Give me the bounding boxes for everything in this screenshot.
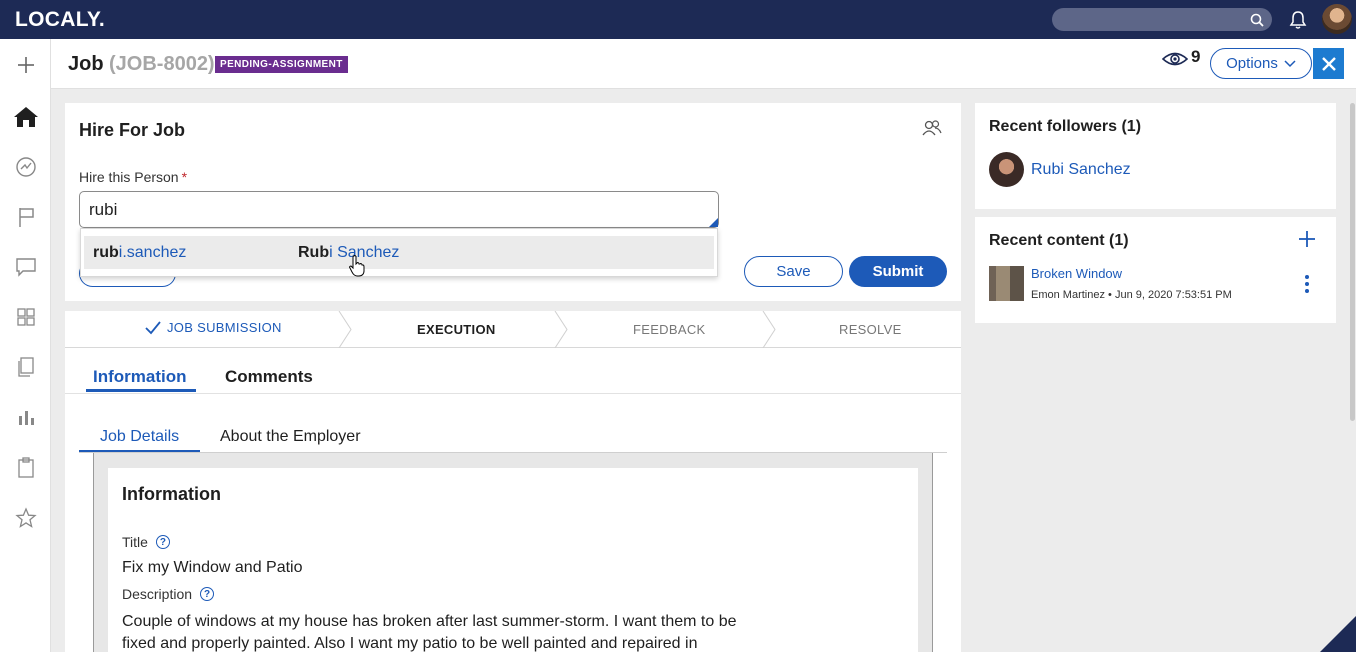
page-title: Job <box>68 53 104 75</box>
option-username-match: rub <box>93 244 119 261</box>
recent-content-panel: Recent content (1) Broken Window Emon Ma… <box>975 217 1336 323</box>
apps-grid-icon[interactable] <box>13 304 39 330</box>
more-options-icon[interactable] <box>1305 275 1309 293</box>
create-plus-icon[interactable] <box>13 52 39 78</box>
input-corner-indicator <box>709 218 718 227</box>
meta-separator: • <box>1108 289 1115 301</box>
stage-feedback[interactable]: FEEDBACK <box>633 322 705 337</box>
reports-bar-icon[interactable] <box>13 404 39 430</box>
chat-icon[interactable] <box>13 254 39 280</box>
tab-information[interactable]: Information <box>93 367 187 387</box>
bell-icon[interactable] <box>1288 10 1308 30</box>
top-bar: LOCALY. <box>0 0 1356 39</box>
add-content-plus-icon[interactable] <box>1297 229 1317 249</box>
stage-stepper: JOB SUBMISSION EXECUTION FEEDBACK RESOLV… <box>65 311 961 348</box>
status-badge: PENDING-ASSIGNMENT <box>215 56 348 73</box>
chevron-down-icon <box>1284 59 1296 67</box>
search-icon <box>1250 13 1264 27</box>
hire-person-input[interactable]: rubi <box>79 191 719 228</box>
search-input[interactable] <box>1052 8 1272 31</box>
content-author: Emon Martinez <box>1031 289 1105 301</box>
information-title: Information <box>122 484 221 504</box>
content-meta: Emon Martinez • Jun 9, 2020 7:53:51 PM <box>1031 289 1232 301</box>
title-value: Fix my Window and Patio <box>122 559 303 576</box>
follower-name-link[interactable]: Rubi Sanchez <box>1031 161 1131 179</box>
required-marker: * <box>181 169 188 185</box>
content-thumbnail[interactable] <box>989 266 1024 301</box>
clipboard-icon[interactable] <box>13 454 39 480</box>
autocomplete-dropdown: rubi.sanchez Rubi Sanchez <box>80 228 718 277</box>
star-icon[interactable] <box>13 505 39 531</box>
stage-separator <box>338 311 352 348</box>
corner-settings-tab[interactable] <box>1320 616 1356 652</box>
follower-avatar[interactable] <box>989 152 1024 187</box>
option-username: rubi.sanchez <box>93 244 186 262</box>
stage-job-submission[interactable]: JOB SUBMISSION <box>145 320 282 335</box>
recent-followers-panel: Recent followers (1) Rubi Sanchez <box>975 103 1336 209</box>
active-tab-indicator <box>86 389 196 392</box>
option-username-rest: i.sanchez <box>118 244 187 261</box>
pulse-icon[interactable] <box>13 154 39 180</box>
stage-label: JOB SUBMISSION <box>167 320 282 335</box>
check-icon <box>145 320 161 334</box>
content-date: Jun 9, 2020 7:53:51 PM <box>1114 289 1232 301</box>
content-title-link[interactable]: Broken Window <box>1031 266 1122 281</box>
help-icon[interactable]: ? <box>155 535 170 549</box>
documents-icon[interactable] <box>13 354 39 380</box>
subtab-job-details[interactable]: Job Details <box>100 428 179 446</box>
title-label-text: Title <box>122 534 148 550</box>
flag-icon[interactable] <box>13 204 39 230</box>
description-field-label: Description ? <box>122 586 215 602</box>
participants-icon[interactable] <box>922 119 942 137</box>
app-logo[interactable]: LOCALY. <box>15 8 105 32</box>
watchers-count: 9 <box>1191 47 1201 66</box>
subtab-about-employer[interactable]: About the Employer <box>220 428 361 446</box>
stage-separator <box>554 311 568 348</box>
watchers-eye-icon[interactable] <box>1162 50 1188 68</box>
case-id: (JOB-8002) <box>109 53 215 75</box>
page-scrollbar[interactable] <box>1350 103 1355 421</box>
home-icon[interactable] <box>13 104 39 130</box>
information-card: Information Title ? Fix my Window and Pa… <box>108 468 918 652</box>
left-nav-rail <box>0 39 51 652</box>
case-content: Information Comments Job Details About t… <box>65 348 961 652</box>
options-button[interactable]: Options <box>1210 48 1312 79</box>
user-avatar[interactable] <box>1322 4 1352 34</box>
case-header: Job (JOB-8002) PENDING-ASSIGNMENT 9 Opti… <box>51 39 1356 89</box>
stage-separator <box>762 311 776 348</box>
options-label: Options <box>1226 55 1278 72</box>
description-label-text: Description <box>122 586 193 602</box>
save-button[interactable]: Save <box>744 256 843 287</box>
hire-person-input-value: rubi <box>89 200 118 219</box>
tab-comments[interactable]: Comments <box>225 367 313 387</box>
option-fullname-match: Rub <box>298 244 330 261</box>
submit-button[interactable]: Submit <box>849 256 947 287</box>
tabs-divider <box>65 393 961 394</box>
close-button[interactable] <box>1313 48 1344 79</box>
close-icon <box>1321 56 1336 71</box>
autocomplete-option[interactable]: rubi.sanchez Rubi Sanchez <box>84 236 714 269</box>
hire-person-label-text: Hire this Person <box>79 169 179 185</box>
card-title: Hire For Job <box>79 120 186 140</box>
followers-heading: Recent followers (1) <box>989 118 1142 135</box>
stage-resolve[interactable]: RESOLVE <box>839 322 902 337</box>
stage-execution[interactable]: EXECUTION <box>417 322 496 337</box>
help-icon[interactable]: ? <box>200 587 215 601</box>
title-field-label: Title ? <box>122 534 170 550</box>
hire-person-label: Hire this Person * <box>79 169 187 185</box>
recent-content-heading: Recent content (1) <box>989 232 1129 249</box>
description-value: Couple of windows at my house has broken… <box>122 613 737 652</box>
hand-cursor-icon <box>349 255 365 277</box>
job-details-panel: Information Title ? Fix my Window and Pa… <box>93 453 933 652</box>
